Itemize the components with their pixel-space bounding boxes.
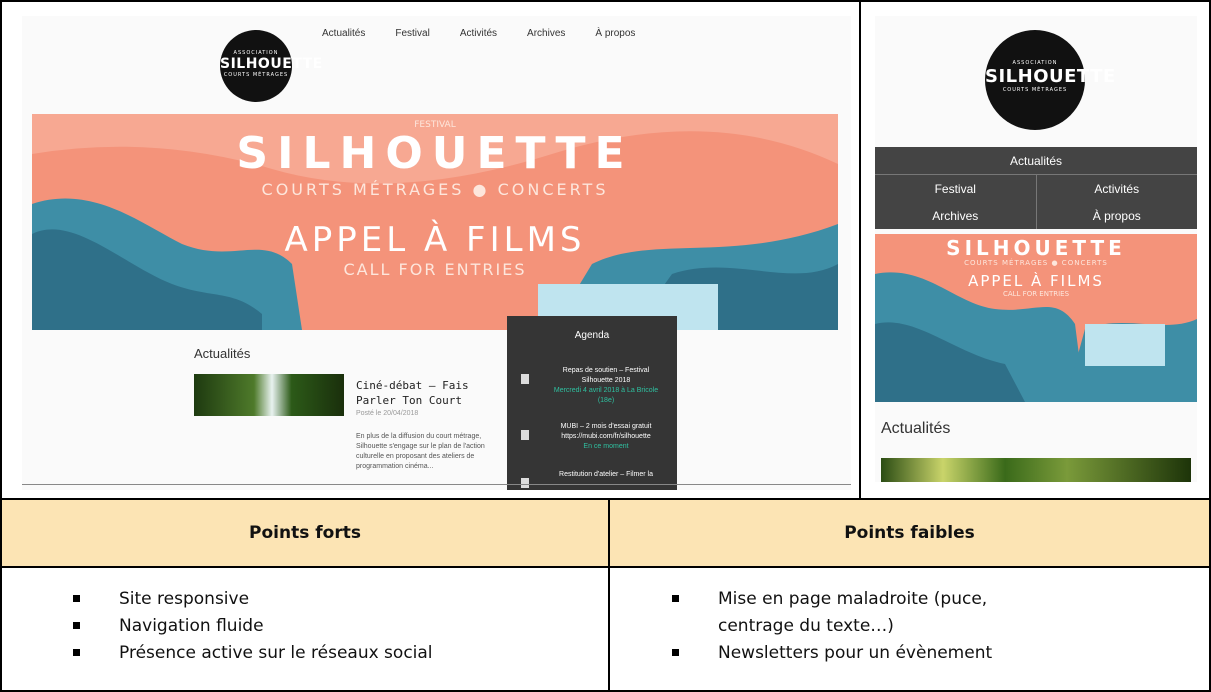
logo-sub: COURTS MÉTRAGES <box>223 72 289 78</box>
weaknesses-list: Mise en page maladroite (puce, centrage … <box>672 586 1052 667</box>
list-item: Site responsive <box>73 586 433 613</box>
nav-item-festival[interactable]: Festival <box>875 175 1037 202</box>
banner-call-sub: CALL FOR ENTRIES <box>343 260 527 279</box>
desktop-nav: Actualités Festival Activités Archives À… <box>322 28 635 39</box>
nav-item-archives[interactable]: Archives <box>527 28 565 39</box>
agenda-item-date: En ce moment <box>583 443 629 450</box>
agenda-item-text: Repas de soutien – Festival Silhouette 2… <box>562 367 650 384</box>
calendar-icon <box>521 478 529 488</box>
banner-call: APPEL À FILMS <box>284 220 586 260</box>
nav-item-activites[interactable]: Activités <box>460 28 497 39</box>
list-item: Navigation fluide <box>73 613 433 640</box>
news-heading: Actualités <box>881 420 951 437</box>
divider <box>859 0 861 500</box>
nav-item-a-propos[interactable]: À propos <box>595 28 635 39</box>
nav-item-actualites[interactable]: Actualités <box>875 147 1197 175</box>
agenda-item-text: Restitution d'atelier – Filmer la <box>559 471 653 478</box>
post-date: Posté le 20/04/2018 <box>356 410 419 417</box>
desktop-screenshot: Actualités Festival Activités Archives À… <box>22 16 851 490</box>
list-item: Newsletters pour un évènement <box>672 640 1052 667</box>
divider <box>0 566 1211 568</box>
news-section: Actualités Ciné-débat – Fais Parler Ton … <box>194 346 499 470</box>
calendar-icon <box>521 374 529 384</box>
banner-title: SILHOUETTE <box>946 236 1126 260</box>
post-thumbnail[interactable] <box>881 458 1191 482</box>
festival-banner: SILHOUETTE COURTS MÉTRAGES ● CONCERTS AP… <box>875 234 1197 402</box>
agenda-panel: Agenda Repas de soutien – Festival Silho… <box>507 316 677 490</box>
strengths-header: Points forts <box>2 500 608 566</box>
strengths-list: Site responsive Navigation fluide Présen… <box>73 586 433 667</box>
post-excerpt: En plus de la diffusion du court métrage… <box>356 433 485 470</box>
post-title[interactable]: Ciné-débat – Fais Parler Ton Court <box>356 378 496 408</box>
banner-subtitle: COURTS MÉTRAGES ● CONCERTS <box>964 259 1108 267</box>
agenda-title: Agenda <box>574 330 610 341</box>
banner-call: APPEL À FILMS <box>968 272 1104 290</box>
logo-sub: COURTS MÉTRAGES <box>1002 87 1068 93</box>
banner-subtitle: COURTS MÉTRAGES ● CONCERTS <box>261 180 609 199</box>
nav-item-activites[interactable]: Activités <box>1037 175 1198 202</box>
post-thumbnail[interactable] <box>194 374 344 416</box>
banner-title: SILHOUETTE <box>236 128 634 179</box>
calendar-icon <box>521 430 529 440</box>
silhouette-logo[interactable]: ASSOCIATION SILHOUETTE COURTS MÉTRAGES <box>985 30 1116 130</box>
list-item: Présence active sur le réseaux social <box>73 640 433 667</box>
list-item: Mise en page maladroite (puce, centrage … <box>672 586 1052 640</box>
divider <box>22 484 851 485</box>
nav-item-actualites[interactable]: Actualités <box>322 28 365 39</box>
mobile-nav: Actualités Festival Activités Archives À… <box>875 147 1197 229</box>
mobile-screenshot: ASSOCIATION SILHOUETTE COURTS MÉTRAGES A… <box>875 16 1197 482</box>
agenda-item-date: Mercredi 4 avril 2018 à La Bricole (18e) <box>553 387 659 404</box>
nav-item-festival[interactable]: Festival <box>395 28 429 39</box>
logo-title: SILHOUETTE <box>985 66 1116 87</box>
nav-item-archives[interactable]: Archives <box>875 202 1037 229</box>
news-heading: Actualités <box>194 346 251 361</box>
weaknesses-header: Points faibles <box>610 500 1209 566</box>
nav-item-a-propos[interactable]: À propos <box>1037 202 1198 229</box>
logo-title: SILHOUETTE <box>220 56 323 72</box>
silhouette-logo[interactable]: ASSOCIATION SILHOUETTE COURTS MÉTRAGES <box>220 30 323 102</box>
festival-banner: FESTIVAL SILHOUETTE COURTS MÉTRAGES ● CO… <box>32 114 838 330</box>
agenda-item-text: MUBI – 2 mois d'essai gratuit https://mu… <box>560 423 652 440</box>
banner-call-sub: CALL FOR ENTRIES <box>1002 290 1070 298</box>
